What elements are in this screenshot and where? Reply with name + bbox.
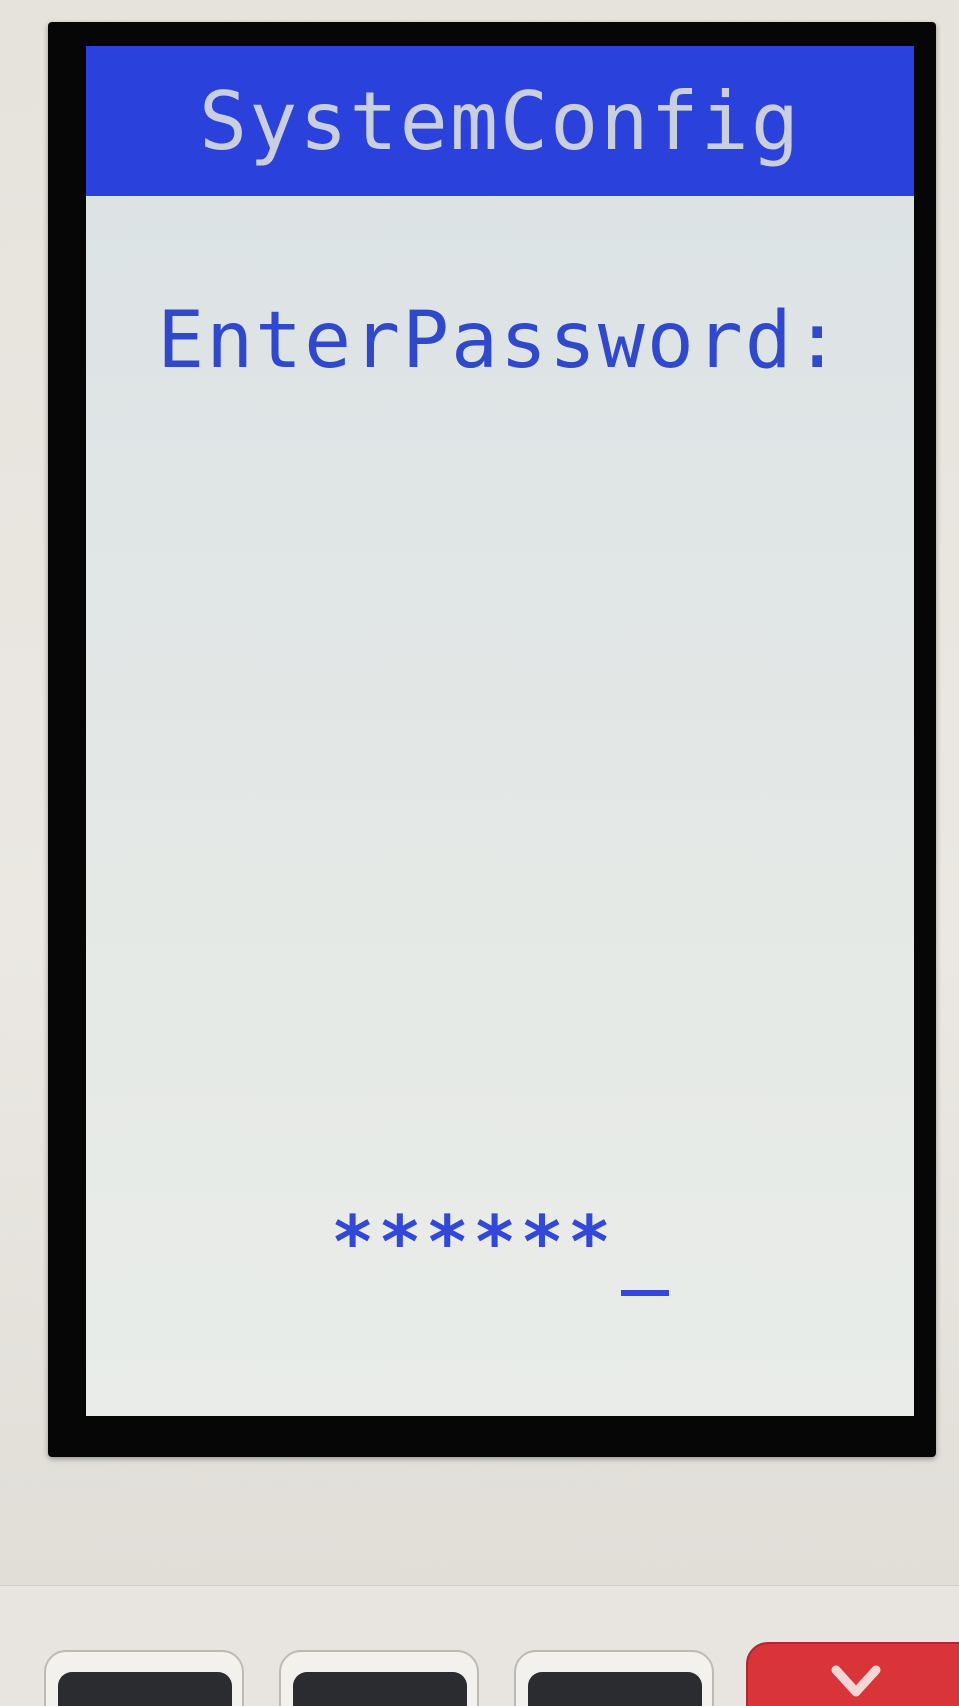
terminal-screen: SystemConfig EnterPassword: ****** — [86, 46, 914, 1416]
cancel-button[interactable] — [746, 1642, 959, 1706]
keypad-key-icon — [293, 1672, 467, 1706]
keypad — [0, 1585, 959, 1706]
keypad-key-icon — [528, 1672, 702, 1706]
keypad-key-3[interactable] — [514, 1650, 714, 1706]
text-cursor-icon — [621, 1290, 670, 1296]
password-masked-value: ****** — [330, 1200, 616, 1284]
password-field[interactable]: ****** — [86, 1200, 914, 1296]
page-title: SystemConfig — [199, 74, 801, 168]
title-bar: SystemConfig — [86, 46, 914, 196]
keypad-key-icon — [58, 1672, 232, 1706]
keypad-key-1[interactable] — [44, 1650, 244, 1706]
password-prompt-label: EnterPassword: — [157, 296, 843, 386]
cancel-x-icon — [831, 1665, 881, 1697]
keypad-key-2[interactable] — [279, 1650, 479, 1706]
